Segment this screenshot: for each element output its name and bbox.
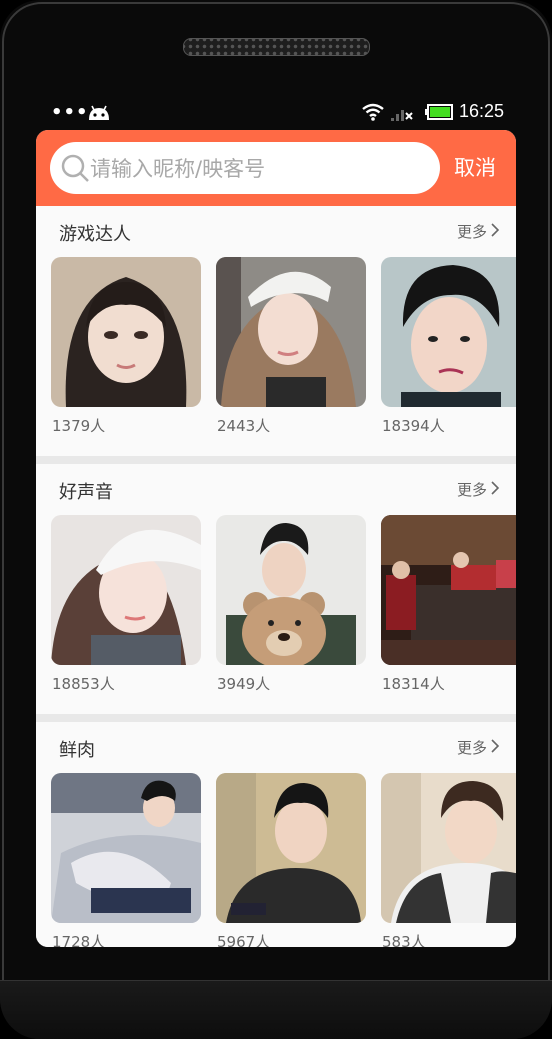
section-title: 游戏达人	[59, 224, 131, 245]
section-divider	[36, 456, 516, 464]
avatar	[381, 773, 516, 923]
more-link[interactable]: 更多	[457, 221, 487, 242]
viewer-count: 1379人	[52, 417, 106, 435]
android-icon	[89, 105, 109, 120]
search-placeholder: 请输入昵称/映客号	[90, 157, 266, 181]
search-header: 请输入昵称/映客号 取消	[36, 130, 516, 206]
viewer-count: 2443人	[217, 417, 271, 435]
phone-frame: ••• 16:25 请输入昵称/映客号 取消 游戏达人 更多 1379人 244…	[0, 0, 552, 1039]
more-link[interactable]: 更多	[457, 479, 487, 500]
bottom-bezel	[0, 980, 552, 1039]
signal-icon	[391, 110, 413, 121]
viewer-count: 18314人	[382, 675, 445, 693]
clock: 16:25	[459, 101, 505, 121]
wifi-icon	[362, 103, 384, 121]
chevron-right-icon	[491, 481, 500, 495]
section-divider	[36, 714, 516, 722]
more-link[interactable]: 更多	[457, 737, 487, 758]
search-input[interactable]: 请输入昵称/映客号	[50, 142, 440, 194]
avatar	[51, 257, 201, 407]
viewer-count: 5967人	[217, 933, 271, 947]
chevron-right-icon	[491, 739, 500, 753]
section-title: 鲜肉	[59, 740, 95, 761]
viewer-count: 18394人	[382, 417, 445, 435]
viewer-count: 1728人	[52, 933, 106, 947]
chevron-right-icon	[491, 223, 500, 237]
avatar	[381, 257, 516, 407]
avatar	[381, 515, 516, 665]
viewer-count: 3949人	[217, 675, 271, 693]
avatar	[51, 515, 201, 665]
viewer-count: 18853人	[52, 675, 115, 693]
section-fresh-meat: 鲜肉 更多 1728人 5967人 583人	[36, 722, 516, 947]
section-good-voice: 好声音 更多 18853人 3949人 18314人	[36, 464, 516, 714]
section-game-stars: 游戏达人 更多 1379人 2443人 18394人	[36, 206, 516, 456]
overflow-dots-icon: •••	[51, 102, 89, 123]
app-screen: 请输入昵称/映客号 取消 游戏达人 更多 1379人 2443人 18394人 …	[36, 130, 516, 947]
avatar	[216, 773, 366, 923]
search-icon	[61, 154, 89, 182]
avatar	[51, 773, 201, 923]
avatar	[216, 515, 366, 665]
section-title: 好声音	[59, 482, 113, 503]
status-bar: ••• 16:25	[36, 98, 516, 130]
viewer-count: 583人	[382, 933, 426, 947]
avatar	[216, 257, 366, 407]
cancel-button[interactable]: 取消	[454, 152, 496, 182]
battery-icon	[425, 104, 453, 120]
earpiece-speaker	[183, 38, 370, 56]
